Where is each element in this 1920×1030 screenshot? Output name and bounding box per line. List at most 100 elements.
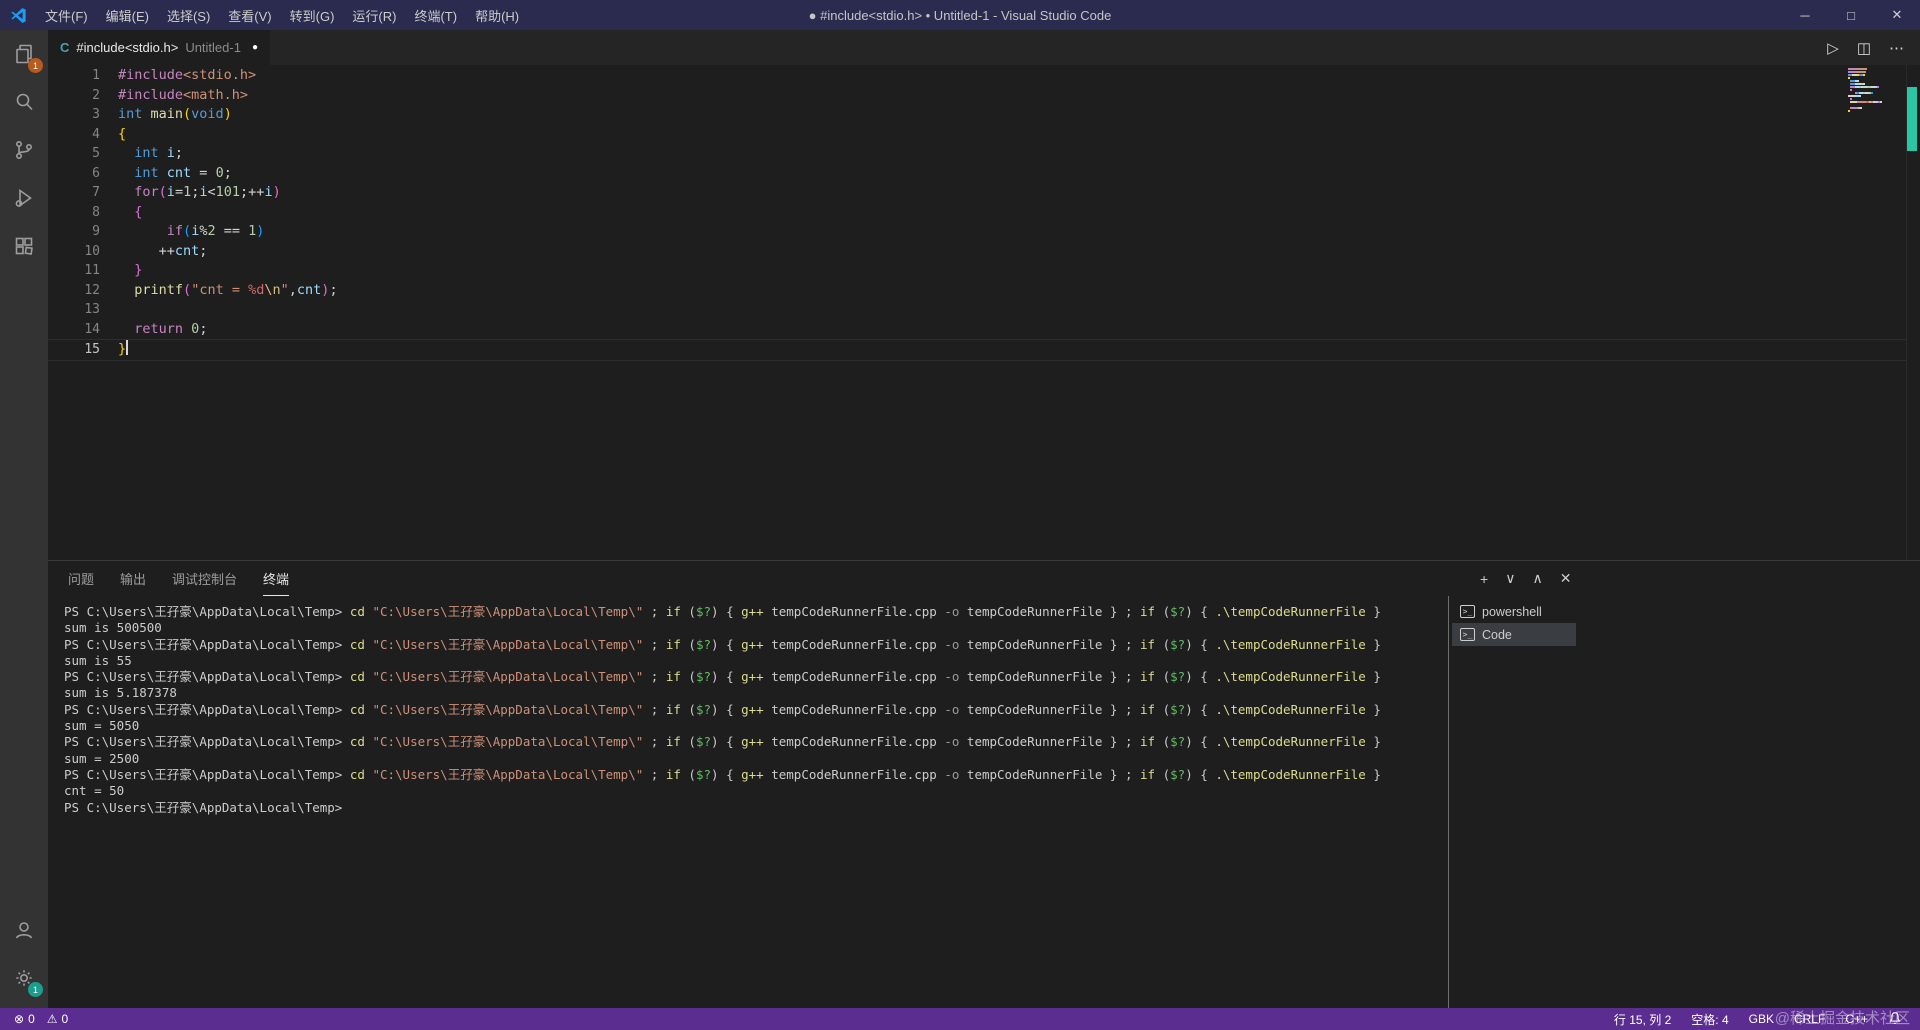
line-number[interactable]: 1 (48, 66, 100, 86)
line-number[interactable]: 6 (48, 164, 100, 184)
line-number[interactable]: 8 (48, 203, 100, 223)
source-control-icon[interactable] (0, 126, 48, 174)
code-line-10[interactable]: 10 ++cnt; (48, 242, 1906, 262)
menu-item-3[interactable]: 查看(V) (219, 0, 280, 30)
menu-item-6[interactable]: 终端(T) (405, 0, 466, 30)
line-number[interactable]: 13 (48, 300, 100, 320)
line-number[interactable]: 7 (48, 183, 100, 203)
tab-untitled-1[interactable]: C #include<stdio.h> Untitled-1 ● (48, 30, 270, 65)
line-number[interactable]: 12 (48, 281, 100, 301)
code-line-content: } (134, 262, 143, 278)
code-line-12[interactable]: 12 printf("cnt = %d\n",cnt); (48, 281, 1906, 301)
terminal-line: sum is 500500 (64, 620, 162, 636)
modified-dot-icon: ● (251, 42, 258, 53)
explorer-badge: 1 (28, 58, 43, 73)
line-number[interactable]: 15 (48, 340, 100, 360)
terminal-list-label: Code (1482, 627, 1512, 642)
line-number[interactable]: 9 (48, 222, 100, 242)
code-line-content: for(i=1;i<101;++i) (134, 184, 281, 200)
window-title: ● #include<stdio.h> • Untitled-1 - Visua… (808, 7, 1112, 23)
close-button[interactable]: ✕ (1874, 0, 1920, 30)
code-line-2[interactable]: 2 #include<math.h> (48, 86, 1906, 106)
minimap-line (1848, 101, 1900, 103)
panel-tab-0[interactable]: 问题 (68, 561, 94, 596)
code-line-4[interactable]: 4{ (48, 125, 1906, 145)
maximize-button[interactable]: □ (1828, 0, 1874, 30)
terminal-line: sum = 5050 (64, 718, 140, 734)
code-line-1[interactable]: 1 #include<stdio.h> (48, 66, 1906, 86)
minimize-button[interactable]: ─ (1782, 0, 1828, 30)
code-line-8[interactable]: 8 { (48, 203, 1906, 223)
panel-tab-3[interactable]: 终端 (263, 561, 290, 596)
split-editor-button[interactable]: ◫ (1857, 39, 1871, 57)
close-panel-button[interactable]: ✕ (1560, 570, 1572, 587)
terminal-view[interactable]: PS C:\Users\王孖豪\AppData\Local\Temp> cd "… (48, 596, 1920, 1008)
code-line-content: #include<math.h> (118, 86, 249, 103)
minimap[interactable] (1848, 68, 1900, 113)
code-editor[interactable]: 1 #include<stdio.h> 2 #include<math.h> 3 int … (48, 65, 1920, 560)
eol[interactable]: CRLF (1794, 1012, 1825, 1026)
line-number[interactable]: 2 (48, 86, 100, 106)
terminal-icon: >_ (1460, 605, 1475, 618)
line-number[interactable]: 14 (48, 320, 100, 340)
code-line-9[interactable]: 9 if(i%2 == 1) (48, 222, 1906, 242)
line-number[interactable]: 5 (48, 144, 100, 164)
code-line-7[interactable]: 7 for(i=1;i<101;++i) (48, 183, 1906, 203)
new-terminal-button[interactable]: + (1480, 571, 1488, 587)
search-icon[interactable] (0, 78, 48, 126)
terminal-list-item-powershell[interactable]: >_ powershell (1452, 600, 1576, 623)
terminal-line: PS C:\Users\王孖豪\AppData\Local\Temp> cd "… (64, 734, 1381, 750)
terminal-output[interactable]: PS C:\Users\王孖豪\AppData\Local\Temp> cd "… (48, 604, 1448, 816)
cursor-position[interactable]: 行 15, 列 2 (1614, 1011, 1671, 1028)
minimap-line (1848, 68, 1900, 70)
menu-item-2[interactable]: 选择(S) (158, 0, 219, 30)
maximize-panel-button[interactable]: ∧ (1532, 570, 1542, 587)
terminal-sash[interactable] (1448, 596, 1449, 1008)
account-icon[interactable] (0, 906, 48, 954)
code-line-content: int cnt = 0; (134, 164, 232, 181)
warnings-icon: ⚠ (46, 1012, 58, 1026)
menu-item-4[interactable]: 转到(G) (281, 0, 344, 30)
code-line-6[interactable]: 6 int cnt = 0; (48, 164, 1906, 184)
terminal-line: PS C:\Users\王孖豪\AppData\Local\Temp> cd "… (64, 766, 1381, 782)
line-number[interactable]: 11 (48, 261, 100, 281)
line-number[interactable]: 10 (48, 242, 100, 262)
bottom-panel: 问题 输出 调试控制台 终端 + ∨ ∧ ✕ PS C:\Users\王孖豪\AppData… (48, 560, 1920, 1008)
run-debug-icon[interactable] (0, 174, 48, 222)
panel-tab-bar: 问题 输出 调试控制台 终端 (48, 561, 1920, 596)
status-bar: ⊗ 0 ⚠ 0 行 15, 列 2 空格: 4 GBK CRLF C++ (0, 1008, 1920, 1030)
line-number[interactable]: 3 (48, 105, 100, 125)
code-line-11[interactable]: 11 } (48, 261, 1906, 281)
minimap-line (1848, 98, 1900, 100)
code-line-15[interactable]: 15} (48, 339, 1906, 361)
code-line-5[interactable]: 5 int i; (48, 144, 1906, 164)
panel-tab-2[interactable]: 调试控制台 (172, 561, 237, 596)
launch-profile-dropdown-button[interactable]: ∨ (1505, 570, 1515, 587)
extensions-icon[interactable] (0, 222, 48, 270)
line-number[interactable]: 4 (48, 125, 100, 145)
minimap-line (1848, 89, 1900, 91)
code-line-14[interactable]: 14 return 0; (48, 320, 1906, 340)
notifications-bell-icon[interactable] (1888, 1011, 1902, 1028)
errors-status[interactable]: ⊗ 0 (10, 1012, 39, 1026)
code-line-3[interactable]: 3 int main(void) (48, 105, 1906, 125)
encoding[interactable]: GBK (1749, 1012, 1774, 1026)
menu-item-5[interactable]: 运行(R) (343, 0, 405, 30)
terminal-list-item-Code[interactable]: >_ Code (1452, 623, 1576, 646)
minimap-line (1848, 80, 1900, 82)
menu-item-0[interactable]: 文件(F) (36, 0, 97, 30)
run-file-button[interactable]: ▷ (1827, 39, 1839, 57)
terminal-line: PS C:\Users\王孖豪\AppData\Local\Temp> cd "… (64, 604, 1381, 619)
warnings-status[interactable]: ⚠ 0 (43, 1012, 72, 1026)
editor-tab-bar: C #include<stdio.h> Untitled-1 ● ▷ ◫ ⋯ (48, 30, 1920, 65)
menu-item-7[interactable]: 帮助(H) (466, 0, 528, 30)
language-mode[interactable]: C++ (1845, 1012, 1868, 1026)
terminal-list-label: powershell (1482, 604, 1542, 619)
panel-tab-1[interactable]: 输出 (120, 561, 146, 596)
indentation[interactable]: 空格: 4 (1691, 1011, 1728, 1028)
settings-gear-icon[interactable]: 1 (0, 954, 48, 1002)
more-actions-button[interactable]: ⋯ (1889, 39, 1904, 57)
explorer-icon[interactable]: 1 (0, 30, 48, 78)
menu-item-1[interactable]: 编辑(E) (97, 0, 158, 30)
code-line-13[interactable]: 13 (48, 300, 1906, 320)
